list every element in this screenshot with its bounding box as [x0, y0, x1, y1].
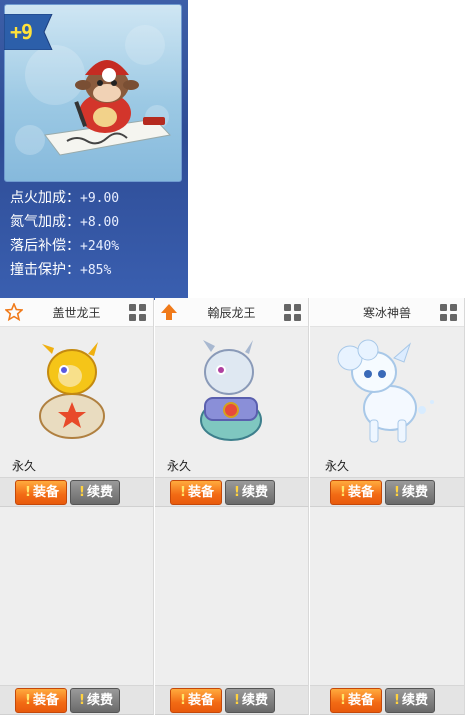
- item-card-empty[interactable]: ! 装备 ! 续费: [0, 507, 154, 715]
- item-card[interactable]: 寒冰神兽 永久 ! 装备 ! 续费: [310, 298, 465, 507]
- pet-detail-card: +9 点火加成：+9.00 氮气加成：+8.00 落后补偿：+240% 撞击保护…: [0, 0, 188, 300]
- grid-view-icon[interactable]: [284, 304, 302, 322]
- equip-button[interactable]: ! 装备: [15, 688, 67, 713]
- stat-label: 撞击保护：: [10, 262, 80, 278]
- equip-button[interactable]: ! 装备: [170, 688, 222, 713]
- equip-button[interactable]: ! 装备: [330, 688, 382, 713]
- renew-button[interactable]: ! 续费: [225, 688, 275, 713]
- golden-dragon-image: [39, 342, 105, 439]
- equip-button[interactable]: ! 装备: [330, 480, 382, 505]
- stat-row: 撞击保护：+85%: [10, 258, 185, 282]
- renew-button[interactable]: ! 续费: [385, 480, 435, 505]
- stat-row: 落后补偿：+240%: [10, 234, 185, 258]
- stat-value: +8.00: [80, 215, 120, 230]
- stat-row: 点火加成：+9.00: [10, 186, 185, 210]
- item-card-empty[interactable]: ! 装备 ! 续费: [310, 507, 465, 715]
- grid-view-icon[interactable]: [440, 304, 458, 322]
- stat-value: +85%: [80, 263, 112, 278]
- stat-label: 落后补偿：: [10, 238, 80, 254]
- stat-row: 氮气加成：+8.00: [10, 210, 185, 234]
- stat-value: +240%: [80, 239, 120, 254]
- renew-button[interactable]: ! 续费: [70, 688, 120, 713]
- renew-button[interactable]: ! 续费: [70, 480, 120, 505]
- item-duration: 永久: [167, 459, 192, 473]
- stat-label: 点火加成：: [10, 190, 80, 206]
- grid-view-icon[interactable]: [129, 304, 147, 322]
- ice-beast-image: [337, 339, 434, 443]
- level-badge: +9: [4, 14, 56, 50]
- equip-button[interactable]: ! 装备: [170, 480, 222, 505]
- level-badge-text: +9: [10, 20, 33, 44]
- pet-item-grid: 盖世龙王 永久 ! 装备 ! 续费 翰辰龙王 永久 ! 装备 ! 续费 寒冰神兽…: [0, 298, 465, 715]
- stat-value: +9.00: [80, 191, 120, 206]
- stat-label: 氮气加成：: [10, 214, 80, 230]
- item-card[interactable]: 盖世龙王 永久 ! 装备 ! 续费: [0, 298, 154, 507]
- item-duration: 永久: [12, 459, 37, 473]
- item-card[interactable]: 翰辰龙王 永久 ! 装备 ! 续费: [155, 298, 309, 507]
- equip-button[interactable]: ! 装备: [15, 480, 67, 505]
- item-card-empty[interactable]: ! 装备 ! 续费: [155, 507, 309, 715]
- renew-button[interactable]: ! 续费: [225, 480, 275, 505]
- renew-button[interactable]: ! 续费: [385, 688, 435, 713]
- silver-dragon-image: [200, 340, 262, 441]
- item-duration: 永久: [325, 459, 350, 473]
- pet-stats-list: 点火加成：+9.00 氮气加成：+8.00 落后补偿：+240% 撞击保护：+8…: [10, 186, 185, 282]
